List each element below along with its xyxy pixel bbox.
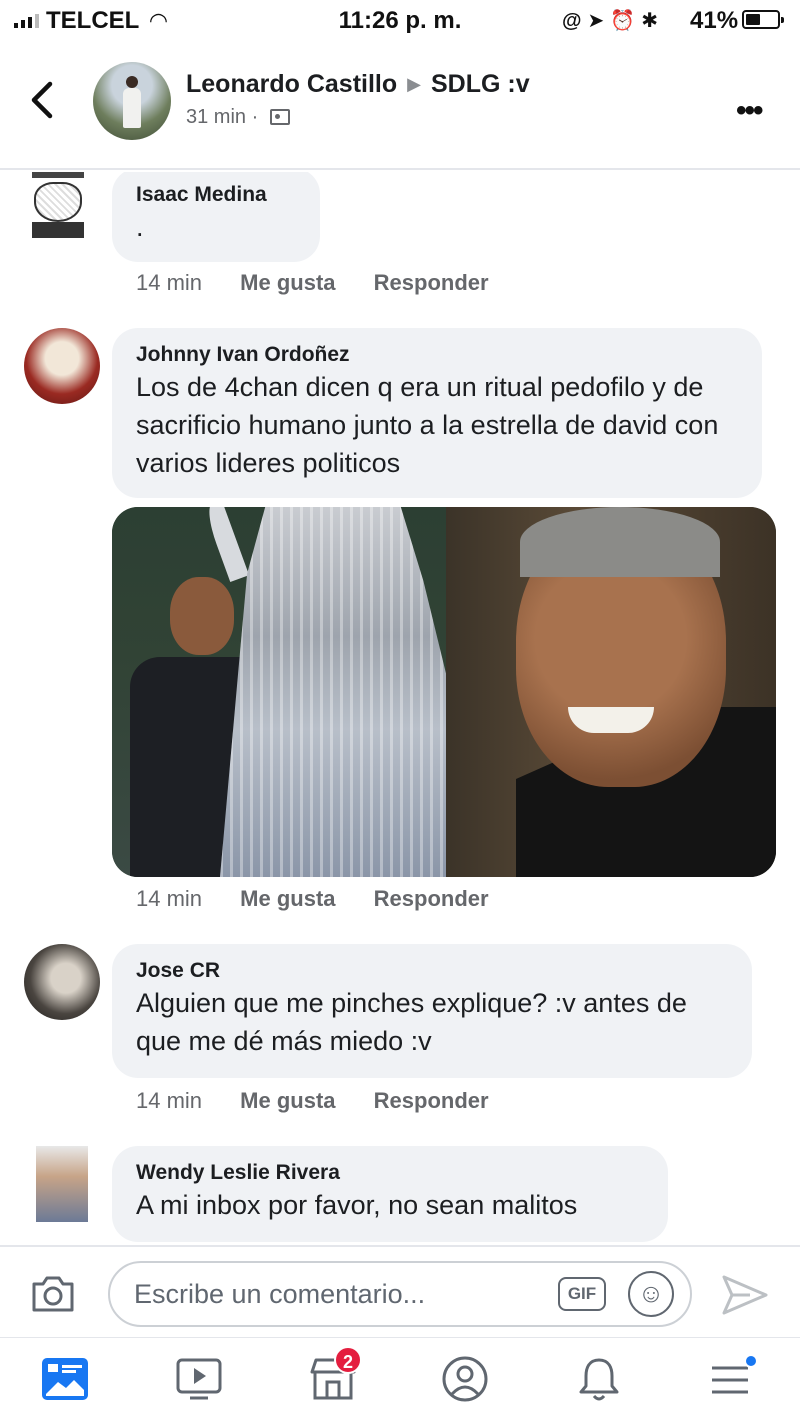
like-button[interactable]: Me gusta (240, 886, 335, 911)
alarm-icon: ⏰ (610, 10, 642, 32)
bluetooth-icon: ✱ (641, 10, 664, 32)
camera-icon (32, 1276, 74, 1312)
battery-percent: 41% (690, 7, 739, 34)
news-feed-icon (42, 1358, 88, 1400)
send-icon (722, 1275, 768, 1315)
comment-author[interactable]: Wendy Leslie Rivera (136, 1160, 646, 1186)
notification-badge: 2 (334, 1346, 362, 1374)
avatar[interactable] (26, 172, 90, 246)
post-header: Leonardo Castillo ▶ SDLG :v 31 min · ••• (0, 44, 800, 170)
avatar[interactable] (24, 328, 100, 404)
system-icons: @➤⏰✱ (562, 8, 664, 33)
emoji-icon[interactable]: ☺ (628, 1271, 674, 1317)
photo-left-panel (112, 507, 446, 877)
notifications-icon (579, 1358, 619, 1401)
gif-button[interactable]: GIF (558, 1277, 606, 1311)
post-title: Leonardo Castillo ▶ SDLG :v (186, 70, 530, 99)
back-button[interactable] (28, 80, 68, 124)
menu-dot (744, 1354, 758, 1368)
comment-time: 14 min (136, 270, 203, 295)
comment-author[interactable]: Johnny Ivan Ordoñez (136, 342, 740, 368)
like-button[interactable]: Me gusta (240, 270, 335, 295)
avatar[interactable] (36, 1146, 88, 1222)
bottom-navigation: 2 (0, 1337, 800, 1422)
post-meta: 31 min · (186, 106, 290, 129)
meta-separator: · (251, 106, 259, 128)
nav-notifications[interactable] (572, 1354, 632, 1408)
nav-watch[interactable] (172, 1354, 232, 1408)
like-button[interactable]: Me gusta (240, 1088, 335, 1113)
comment-author[interactable]: Isaac Medina (136, 182, 298, 208)
author-name[interactable]: Leonardo Castillo (186, 70, 397, 98)
comment-time: 14 min (136, 1088, 203, 1113)
comment-bubble: Johnny Ivan Ordoñez Los de 4chan dicen q… (112, 328, 762, 498)
comments-list: Isaac Medina . 14 min Me gusta Responder… (0, 172, 800, 1245)
profile-icon (442, 1356, 488, 1402)
comment-text: . (136, 212, 144, 242)
comment-composer: GIF ☺ (0, 1245, 800, 1337)
comment-bubble: Wendy Leslie Rivera A mi inbox por favor… (112, 1146, 668, 1242)
comment-text: Los de 4chan dicen q era un ritual pedof… (136, 372, 719, 478)
comment-actions: 14 min Me gusta Responder (136, 886, 521, 912)
photo-right-panel (446, 507, 776, 877)
send-button[interactable] (720, 1273, 770, 1317)
reply-button[interactable]: Responder (374, 1088, 489, 1113)
comment-photo[interactable] (112, 507, 776, 877)
group-icon (269, 109, 290, 125)
comment-actions: 14 min Me gusta Responder (136, 270, 521, 296)
chevron-left-icon (31, 81, 53, 119)
avatar[interactable] (24, 944, 100, 1020)
at-icon: @ (562, 10, 588, 32)
comment-time: 14 min (136, 886, 203, 911)
battery-icon (742, 10, 784, 29)
comment-actions: 14 min Me gusta Responder (136, 1088, 521, 1114)
post-time: 31 min (186, 106, 247, 128)
nav-news-feed[interactable] (38, 1354, 98, 1408)
comment-text: Alguien que me pinches explique? :v ante… (136, 988, 687, 1056)
camera-button[interactable] (30, 1275, 76, 1313)
nav-menu[interactable] (704, 1354, 764, 1408)
nav-profile[interactable] (438, 1354, 498, 1408)
status-bar: TELCEL ◠ 11:26 p. m. @➤⏰✱ 41% (0, 0, 800, 44)
watch-icon (176, 1358, 222, 1400)
comment-bubble: Isaac Medina . (112, 172, 320, 262)
comment-author[interactable]: Jose CR (136, 958, 730, 984)
reply-button[interactable]: Responder (374, 886, 489, 911)
group-name[interactable]: SDLG :v (431, 70, 530, 98)
comment-text: A mi inbox por favor, no sean malitos (136, 1190, 578, 1220)
location-icon: ➤ (587, 10, 611, 32)
nav-marketplace[interactable]: 2 (306, 1346, 366, 1408)
clock: 11:26 p. m. (338, 7, 462, 34)
arrow-right-icon: ▶ (407, 74, 421, 94)
more-icon[interactable]: ••• (736, 94, 763, 128)
reply-button[interactable]: Responder (374, 270, 489, 295)
comment-bubble: Jose CR Alguien que me pinches explique?… (112, 944, 752, 1078)
battery-fill (746, 14, 760, 25)
author-avatar[interactable] (93, 62, 171, 140)
